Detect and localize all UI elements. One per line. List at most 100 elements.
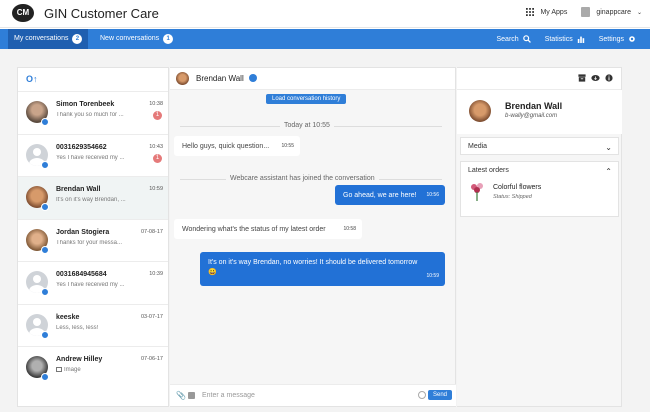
conversation-time: 03-07-17 [140,313,163,320]
conversation-item[interactable]: Jordan Stogiera Thanks for your messa...… [18,220,168,262]
info-icon[interactable] [605,74,613,82]
list-header: O↑ [18,68,168,92]
count-badge: 2 [72,34,83,44]
message-input[interactable]: Enter a message [202,392,255,399]
template-icon[interactable] [188,392,195,399]
main-nav: My conversations 2 New conversations 1 S… [0,29,650,49]
unread-badge: 1 [153,153,162,163]
messenger-icon [41,245,49,254]
conversation-item[interactable]: Simon Torenbeek Thank you so much for ..… [18,92,168,135]
message-bubble: It's on it's way Brendan, no worries! It… [200,252,445,286]
conversation-list: O↑ Simon Torenbeek Thank you so much for… [17,67,169,407]
date-divider: Today at 10:55 [280,122,334,129]
conversation-time: 10:43 [149,143,163,150]
conversation-preview: Image [56,367,146,373]
messenger-icon [41,118,49,126]
chevron-down-icon[interactable]: ⌄ [637,9,642,16]
statistics-button[interactable]: Statistics [545,35,585,43]
message-time: 10:58 [343,226,356,232]
sort-icon[interactable]: O↑ [26,74,38,84]
conversation-name: Andrew Hilley [56,356,103,363]
avatar [469,100,491,122]
chevron-down-icon[interactable]: ⌄ [605,143,612,152]
settings-label: Settings [598,35,624,43]
conversation-preview: Thank you so much for ... [56,112,124,118]
chat-panel: Brendan Wall Load conversation history T… [170,67,456,407]
messenger-icon [41,330,49,339]
archive-icon[interactable] [578,74,586,82]
conversation-preview: Yes I have received my ... [56,154,125,161]
top-bar: CM GIN Customer Care My Apps ginappcare … [0,0,650,28]
message-text: Hello guys, quick question... [182,143,270,150]
message-text: Go ahead, we are here! [343,192,417,199]
media-label: Media [468,143,488,150]
event-message: Webcare assistant has joined the convers… [226,175,379,182]
load-history-button[interactable]: Load conversation history [266,94,347,104]
message-text: It's on it's way Brendan, no worries! It… [208,259,418,276]
messenger-icon [249,74,257,82]
conversation-item[interactable]: Andrew Hilley Image 07-06-17 [18,347,168,390]
conversation-item[interactable]: 0031629354662 Yes I have received my ...… [18,135,168,177]
user-avatar[interactable] [581,7,591,17]
search-label: Search [496,35,519,43]
message-bubble: Hello guys, quick question... 10:55 [174,136,300,156]
cloud-download-icon[interactable] [591,74,600,82]
message-bubble: Go ahead, we are here! 10:56 [335,185,445,205]
top-right-menu: My Apps ginappcare ⌄ [526,7,642,17]
orders-label: Latest orders [468,167,509,174]
contact-name: Brendan Wall [505,101,563,111]
conversation-preview: It's on it's way Brendan, ... [56,197,126,203]
send-button[interactable]: Send [427,390,452,400]
chat-contact-name: Brendan Wall [196,74,244,83]
preview-text: Image [64,367,81,374]
chevron-up-icon[interactable]: ⌃ [605,167,612,176]
statistics-label: Statistics [544,35,573,43]
message-composer: 📎 Enter a message Send [170,384,456,406]
my-apps-link[interactable]: My Apps [540,9,567,16]
tab-my-conversations[interactable]: My conversations 2 [8,29,89,49]
latest-orders-section: Latest orders ⌃ Colorful flowers Status:… [460,161,619,217]
order-status: Status: Shipped [493,194,532,200]
gear-icon [629,36,635,42]
contact-panel: Brendan Wall b-wally@gmail.com Media ⌄ L… [457,67,622,407]
conversation-name: keeske [56,313,80,321]
conversation-item[interactable]: 0031684945684 Yes I have received my ...… [18,262,168,305]
messenger-icon [41,160,49,169]
apps-grid-icon[interactable] [526,8,535,16]
message-text: Wondering what's the status of my latest… [182,226,326,233]
count-badge: 1 [163,34,174,44]
cm-logo: CM [12,4,34,22]
message-time: 10:56 [426,192,439,198]
image-icon [56,367,62,372]
messenger-icon [41,288,49,296]
conversation-time: 10:59 [149,186,163,192]
conversation-time: 10:38 [149,101,163,107]
emoji-icon[interactable] [418,391,426,399]
flowers-image [471,183,483,201]
workspace: O↑ Simon Torenbeek Thank you so much for… [0,49,650,412]
order-name[interactable]: Colorful flowers [493,184,541,191]
unread-badge: 1 [153,111,162,120]
contact-header [457,68,621,90]
conversation-item[interactable]: Brendan Wall It's on it's way Brendan, .… [18,177,168,220]
paperclip-icon[interactable]: 📎 [176,391,186,400]
tab-new-conversations[interactable]: New conversations 1 [94,29,179,49]
tab-label: New conversations [100,35,160,42]
conversation-time: 07-08-17 [140,228,163,235]
message-bubble: Wondering what's the status of my latest… [174,219,362,239]
search-button[interactable]: Search [497,35,531,43]
conversation-item[interactable]: keeske Less, less, less! 03-07-17 [18,305,168,347]
media-section[interactable]: Media ⌄ [460,137,619,155]
conversation-name: 0031629354662 [56,143,107,151]
conversation-name: Brendan Wall [56,186,101,193]
messenger-icon [41,203,49,211]
conversation-preview: Less, less, less! [56,324,99,331]
avatar [176,72,189,85]
messenger-icon [41,373,49,381]
user-menu[interactable]: ginappcare [596,9,631,16]
bar-chart-icon [577,36,584,43]
settings-button[interactable]: Settings [599,35,636,43]
message-time: 10:59 [426,273,439,279]
contact-email: b-wally@gmail.com [505,113,558,119]
app-title: GIN Customer Care [44,6,159,21]
